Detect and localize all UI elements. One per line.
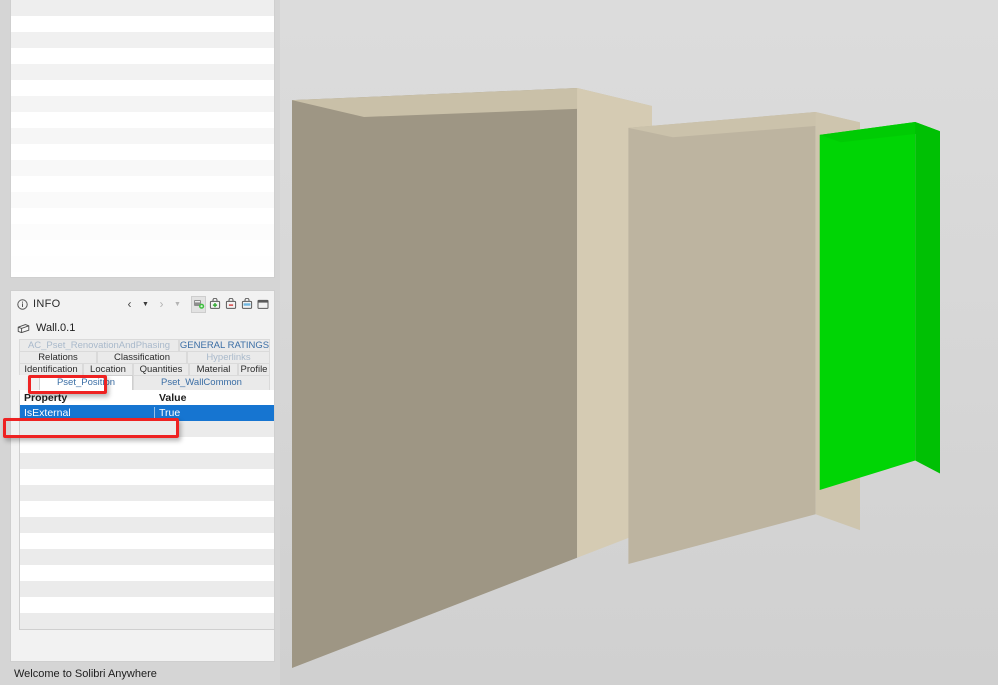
list-item[interactable] [11,64,274,80]
tab-row-2: Relations Classification Hyperlinks [19,351,270,363]
tab-identification[interactable]: Identification [19,363,83,375]
selected-object-label: Wall.0.1 [36,322,76,334]
property-table[interactable]: Property Value IsExternal True [19,390,274,630]
table-row[interactable] [20,469,274,485]
list-item[interactable] [11,144,274,160]
list-item[interactable] [11,176,274,192]
info-panel-title: INFO [33,298,61,310]
table-row[interactable] [20,565,274,581]
info-circle-icon [17,298,28,310]
properties-link-icon[interactable] [191,295,206,313]
list-item[interactable] [11,208,274,224]
table-row[interactable] [20,437,274,453]
table-row[interactable] [20,581,274,597]
tab-location[interactable]: Location [83,363,133,375]
application-window: INFO ‹ ▼ › ▼ Wall.0.1 AC_Pset_Renovation… [0,0,998,685]
tab-profile[interactable]: Profile [238,363,270,375]
info-panel: INFO ‹ ▼ › ▼ Wall.0.1 AC_Pset_Renovation… [10,290,275,662]
table-row[interactable] [20,597,274,613]
column-header-property: Property [24,391,68,404]
caret-down-icon-forward[interactable]: ▼ [170,296,185,313]
list-item[interactable] [11,224,274,240]
property-table-header: Property Value [20,390,274,405]
wall-front-left[interactable] [292,88,652,668]
list-item[interactable] [11,160,274,176]
status-bar-text: Welcome to Solibri Anywhere [14,667,157,680]
list-item[interactable] [11,192,274,208]
3d-viewport[interactable] [280,0,998,685]
table-row[interactable] [20,421,274,437]
left-dock: INFO ‹ ▼ › ▼ Wall.0.1 AC_Pset_Renovation… [0,0,280,685]
table-row[interactable] [20,613,274,629]
table-row[interactable] [20,453,274,469]
tab-row-4: Pset_Position Pset_WallCommon [19,375,270,390]
tab-pset-wallcommon[interactable]: Pset_WallCommon [133,375,270,390]
selected-object-row[interactable]: Wall.0.1 [11,317,274,339]
caret-down-icon[interactable]: ▼ [138,296,153,313]
list-item[interactable] [11,96,274,112]
nav-back-button[interactable]: ‹ [122,296,137,313]
tab-material[interactable]: Material [189,363,238,375]
list-item[interactable] [11,240,274,256]
basket-icon[interactable] [239,296,254,313]
nav-forward-button[interactable]: › [154,296,169,313]
table-row[interactable] [20,485,274,501]
status-bar: Welcome to Solibri Anywhere [0,662,280,685]
list-item[interactable] [11,80,274,96]
list-item[interactable] [11,256,274,272]
property-tab-rows: AC_Pset_RenovationAndPhasing GENERAL RAT… [11,339,274,390]
wall-object-icon [17,323,30,334]
table-row[interactable] [20,549,274,565]
panel-layout-icon[interactable] [255,296,270,313]
wall-selected[interactable] [816,122,940,490]
info-panel-header: INFO ‹ ▼ › ▼ [11,291,274,317]
list-item[interactable] [11,0,274,16]
tab-ac-pset-renovation-and-phasing[interactable]: AC_Pset_RenovationAndPhasing [19,339,179,351]
tab-pset-position[interactable]: Pset_Position [39,375,133,390]
list-item[interactable] [11,16,274,32]
tab-row-4-spacer [19,375,39,390]
tab-general-ratings[interactable]: GENERAL RATINGS [179,339,270,351]
list-item[interactable] [11,32,274,48]
property-name-cell: IsExternal [20,407,155,419]
table-row[interactable] [20,501,274,517]
table-row[interactable] [20,517,274,533]
basket-remove-icon[interactable] [223,296,238,313]
list-item[interactable] [11,128,274,144]
tab-quantities[interactable]: Quantities [133,363,189,375]
empty-results-list[interactable] [10,0,275,278]
tab-hyperlinks[interactable]: Hyperlinks [187,351,270,363]
property-table-empty-rows [20,421,274,629]
list-item[interactable] [11,48,274,64]
table-row[interactable]: IsExternal True [20,405,274,421]
tab-relations[interactable]: Relations [19,351,97,363]
info-panel-toolbar: ‹ ▼ › ▼ [122,295,270,313]
table-row[interactable] [20,533,274,549]
property-value-cell: True [159,407,181,419]
tab-row-1: AC_Pset_RenovationAndPhasing GENERAL RAT… [19,339,270,351]
tab-classification[interactable]: Classification [97,351,187,363]
column-header-value: Value [159,391,187,404]
list-item[interactable] [11,112,274,128]
tab-row-3: Identification Location Quantities Mater… [19,363,270,375]
basket-add-icon[interactable] [207,296,222,313]
